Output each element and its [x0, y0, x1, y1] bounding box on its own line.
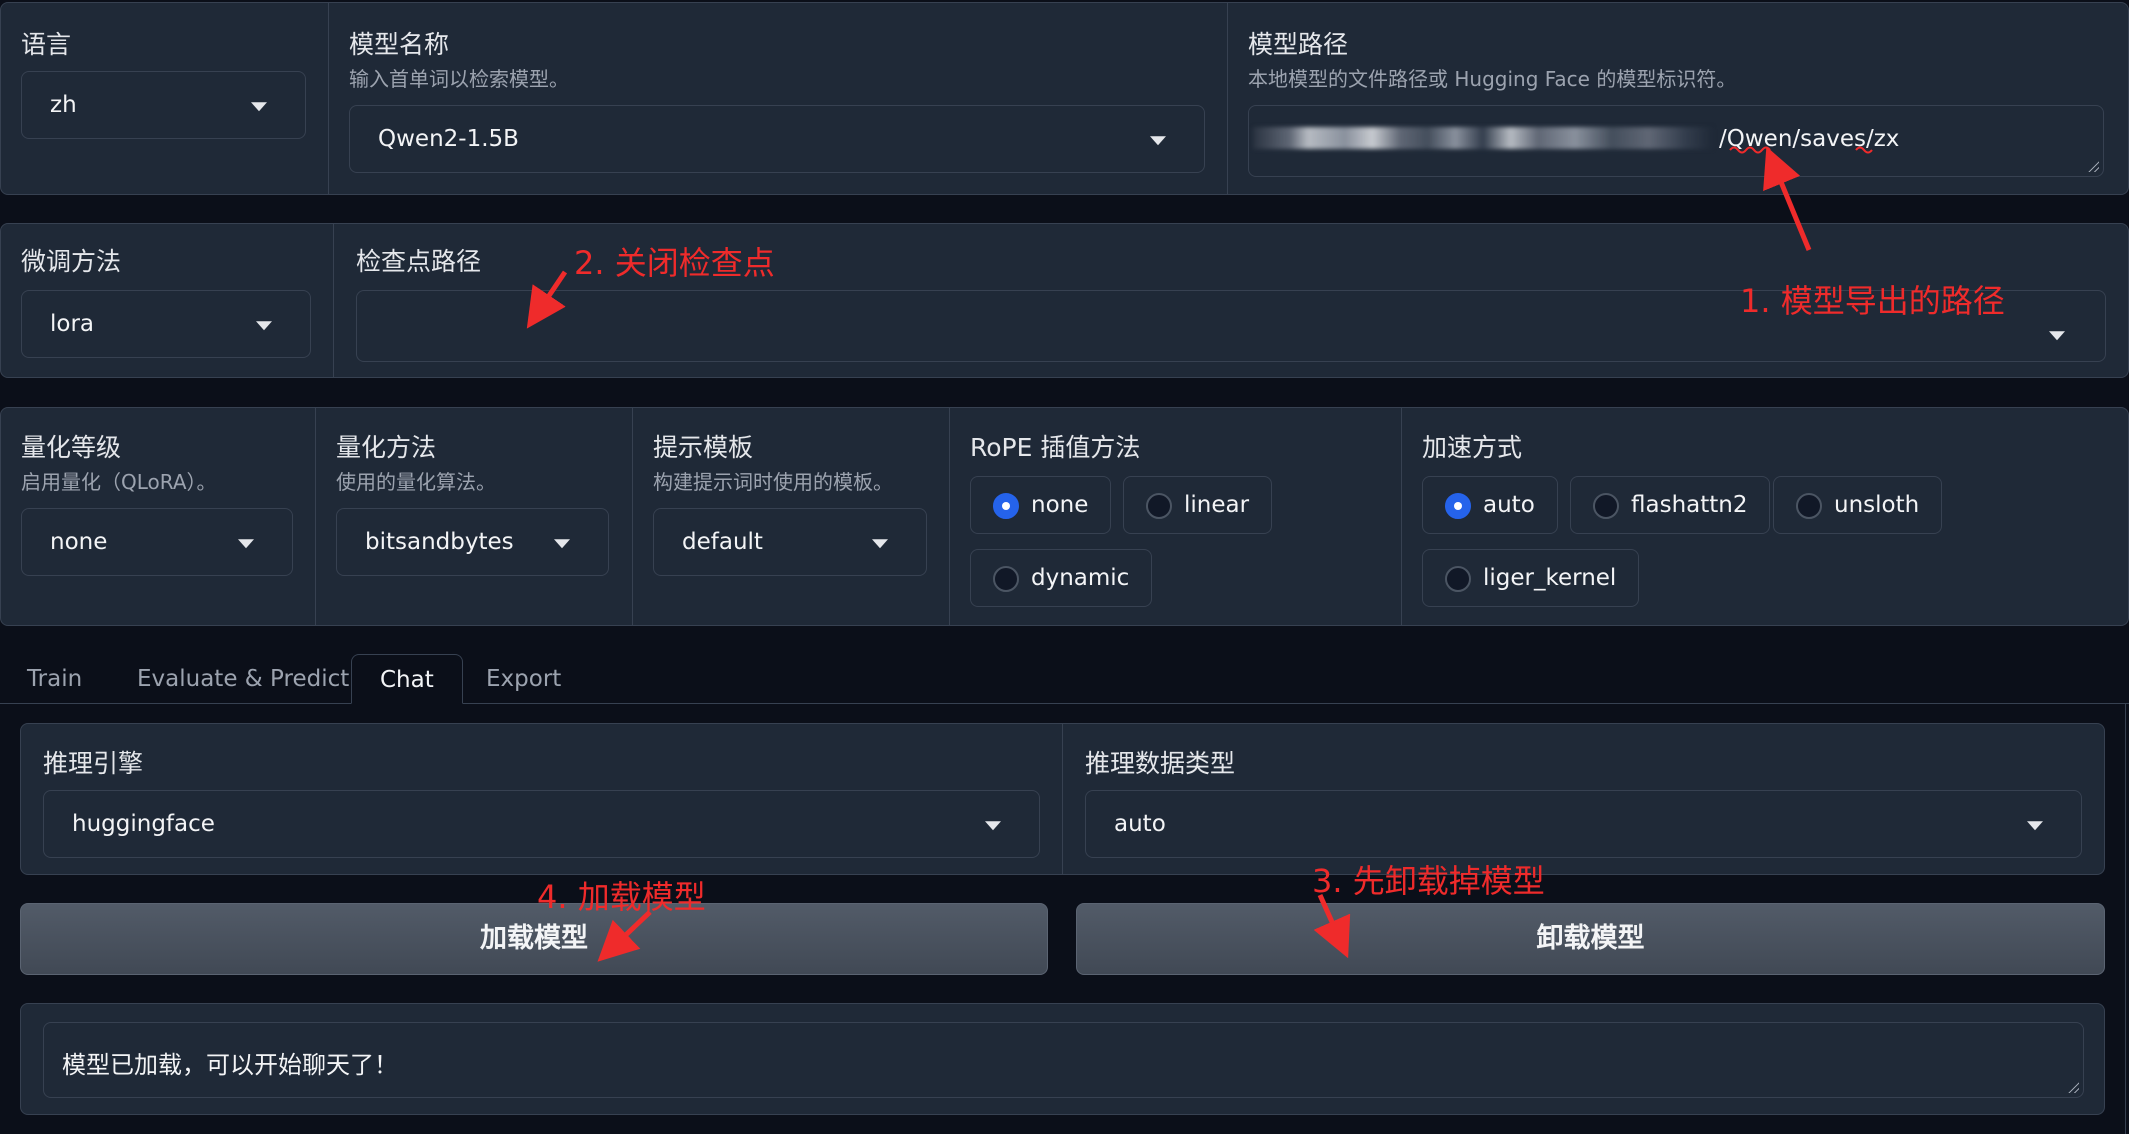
radio-icon — [1796, 493, 1822, 519]
infer-backend-value: huggingface — [72, 811, 215, 837]
quant-method-info: 使用的量化算法。 — [336, 470, 496, 494]
tab-export[interactable]: Export — [486, 654, 561, 704]
language-label: 语言 — [21, 30, 72, 59]
template-label: 提示模板 — [653, 433, 754, 462]
top-config-row: 语言 zh 模型名称 输入首单词以检索模型。 Qwen2-1.5B 模型路径 本… — [0, 2, 2129, 195]
tab-baseline — [0, 703, 2129, 704]
chevron-down-icon — [872, 539, 888, 549]
language-dropdown[interactable]: zh — [21, 71, 306, 139]
infer-dtype-label: 推理数据类型 — [1085, 749, 1236, 778]
radio-selected-icon — [1445, 493, 1471, 519]
quant-bit-dropdown[interactable]: none — [21, 508, 293, 576]
chevron-down-icon — [2027, 821, 2043, 831]
unload-model-button[interactable]: 卸载模型 — [1076, 903, 2105, 975]
radio-icon — [1593, 493, 1619, 519]
tab-panel-border-right — [2125, 703, 2126, 1134]
infer-dtype-dropdown[interactable]: auto — [1085, 790, 2082, 858]
chevron-down-icon — [1150, 136, 1166, 146]
quant-bit-info: 启用量化（QLoRA）。 — [21, 470, 217, 494]
chevron-down-icon — [251, 102, 267, 112]
quant-bit-cell: 量化等级 启用量化（QLoRA）。 none — [1, 408, 315, 625]
advanced-config-row: 量化等级 启用量化（QLoRA）。 none 量化方法 使用的量化算法。 bit… — [0, 407, 2129, 626]
language-value: zh — [50, 92, 77, 118]
model-path-info: 本地模型的文件路径或 Hugging Face 的模型标识符。 — [1248, 67, 1737, 91]
booster-option-flashattn2[interactable]: flashattn2 — [1570, 476, 1771, 534]
template-dropdown[interactable]: default — [653, 508, 927, 576]
rope-option-label: none — [1031, 492, 1089, 518]
model-name-info: 输入首单词以检索模型。 — [349, 67, 569, 91]
booster-option-label: liger_kernel — [1483, 565, 1617, 591]
chevron-down-icon — [256, 321, 272, 331]
model-path-input[interactable]: /Qwen/saves/zx — [1248, 105, 2104, 177]
rope-option-label: dynamic — [1031, 565, 1130, 591]
resize-handle-icon[interactable] — [2067, 1081, 2079, 1093]
booster-option-label: unsloth — [1834, 492, 1920, 518]
rope-option-linear[interactable]: linear — [1123, 476, 1273, 534]
checkpoint-label: 检查点路径 — [356, 247, 482, 276]
annotation-close-checkpoint: 2. 关闭检查点 — [574, 244, 775, 282]
booster-cell: 加速方式 auto flashattn2 unsloth liger_kerne… — [1402, 408, 2128, 625]
rope-label: RoPE 插值方法 — [970, 433, 1141, 462]
booster-option-unsloth[interactable]: unsloth — [1773, 476, 1943, 534]
infer-dtype-value: auto — [1114, 811, 1166, 837]
annotation-load-model: 4. 加载模型 — [537, 878, 706, 916]
infer-backend-label: 推理引擎 — [43, 749, 144, 778]
booster-option-auto[interactable]: auto — [1422, 476, 1558, 534]
quant-bit-value: none — [50, 529, 108, 555]
quant-bit-label: 量化等级 — [21, 433, 122, 462]
inference-config-row: 推理引擎 huggingface 推理数据类型 auto — [20, 723, 2105, 875]
booster-option-liger-kernel[interactable]: liger_kernel — [1422, 549, 1640, 607]
rope-option-label: linear — [1184, 492, 1250, 518]
infer-backend-cell: 推理引擎 huggingface — [21, 724, 1062, 874]
infer-dtype-cell: 推理数据类型 auto — [1063, 724, 2104, 874]
template-info: 构建提示词时使用的模板。 — [653, 470, 893, 494]
model-name-cell: 模型名称 输入首单词以检索模型。 Qwen2-1.5B — [329, 3, 1227, 194]
tab-train[interactable]: Train — [27, 654, 82, 704]
blurred-path-segment — [1253, 127, 1713, 149]
finetune-value: lora — [50, 311, 95, 337]
booster-option-label: flashattn2 — [1631, 492, 1748, 518]
rope-option-none[interactable]: none — [970, 476, 1112, 534]
model-name-dropdown[interactable]: Qwen2-1.5B — [349, 105, 1205, 173]
chevron-down-icon — [238, 539, 254, 549]
rope-cell: RoPE 插值方法 none linear dynamic — [950, 408, 1401, 625]
radio-icon — [993, 566, 1019, 592]
load-model-button[interactable]: 加载模型 — [20, 903, 1048, 975]
tab-chat[interactable]: Chat — [351, 654, 463, 704]
booster-label: 加速方式 — [1422, 433, 1523, 462]
info-box[interactable]: 模型已加载，可以开始聊天了！ — [43, 1022, 2084, 1098]
chevron-down-icon — [985, 821, 1001, 831]
quant-method-dropdown[interactable]: bitsandbytes — [336, 508, 609, 576]
chevron-down-icon — [2049, 331, 2065, 341]
model-name-value: Qwen2-1.5B — [378, 126, 519, 152]
finetune-dropdown[interactable]: lora — [21, 290, 311, 358]
radio-icon — [1146, 493, 1172, 519]
model-path-cell: 模型路径 本地模型的文件路径或 Hugging Face 的模型标识符。 /Qw… — [1228, 3, 2128, 194]
finetune-label: 微调方法 — [21, 247, 122, 276]
radio-icon — [1445, 566, 1471, 592]
model-path-value: /Qwen/saves/zx — [1719, 126, 1900, 152]
language-cell: 语言 zh — [1, 3, 328, 194]
finetune-cell: 微调方法 lora — [1, 224, 333, 377]
radio-selected-icon — [993, 493, 1019, 519]
annotation-model-path: 1. 模型导出的路径 — [1740, 282, 2005, 320]
chevron-down-icon — [554, 539, 570, 549]
quant-method-label: 量化方法 — [336, 433, 437, 462]
quant-method-value: bitsandbytes — [365, 529, 514, 555]
resize-handle-icon[interactable] — [2087, 160, 2099, 172]
info-box-container: 模型已加载，可以开始聊天了！ — [20, 1003, 2105, 1115]
booster-option-label: auto — [1483, 492, 1535, 518]
template-value: default — [682, 529, 763, 555]
tab-evaluate-predict[interactable]: Evaluate & Predict — [137, 654, 349, 704]
model-name-label: 模型名称 — [349, 30, 450, 59]
model-path-label: 模型路径 — [1248, 30, 1349, 59]
annotation-unload-first: 3. 先卸载掉模型 — [1312, 862, 1545, 900]
template-cell: 提示模板 构建提示词时使用的模板。 default — [633, 408, 949, 625]
info-box-text: 模型已加载，可以开始聊天了！ — [62, 1051, 398, 1079]
quant-method-cell: 量化方法 使用的量化算法。 bitsandbytes — [316, 408, 632, 625]
infer-backend-dropdown[interactable]: huggingface — [43, 790, 1040, 858]
rope-option-dynamic[interactable]: dynamic — [970, 549, 1153, 607]
